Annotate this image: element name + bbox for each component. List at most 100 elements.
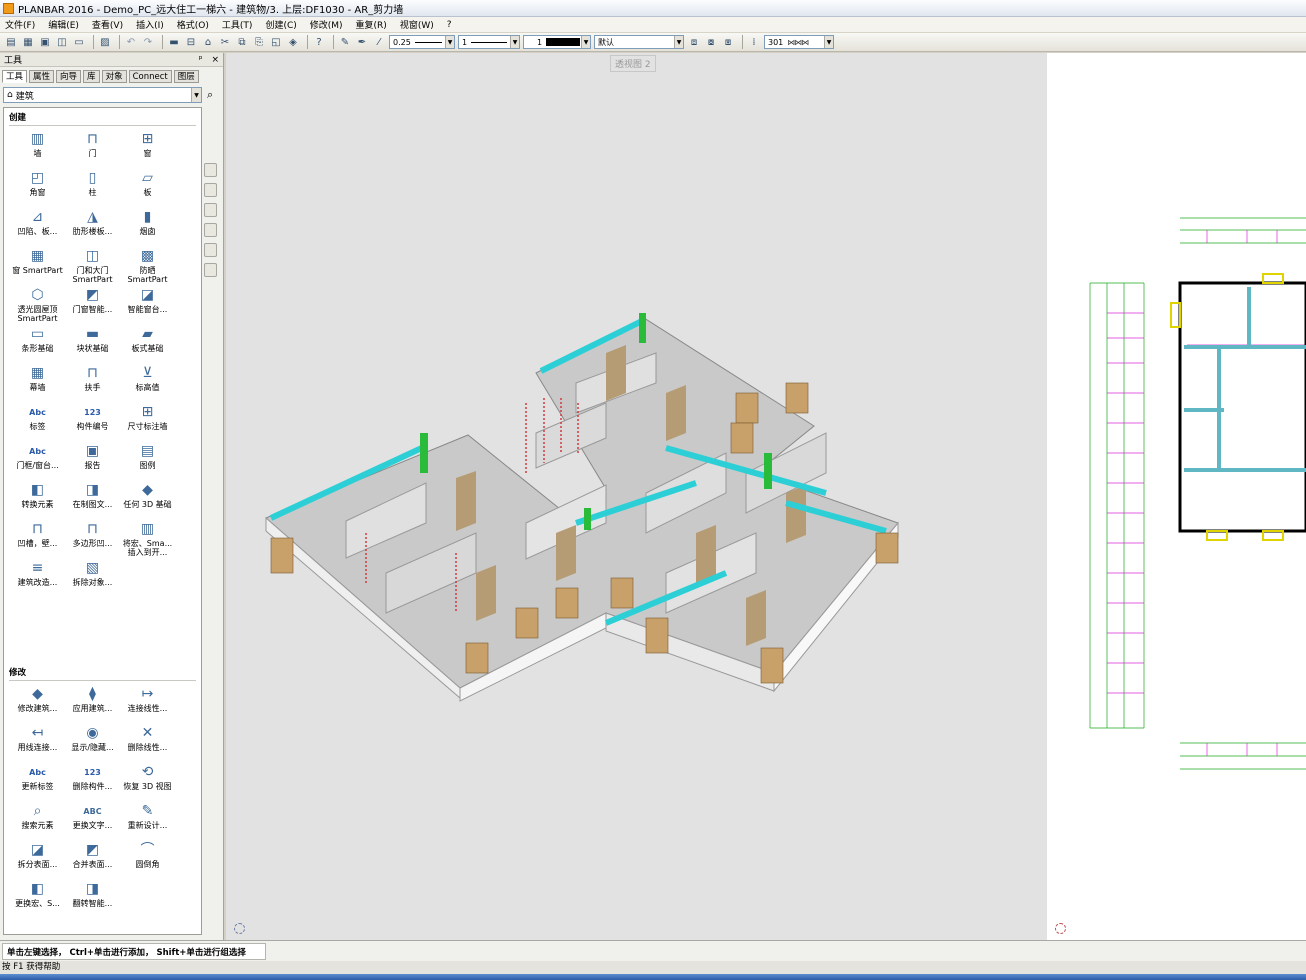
tool-item[interactable]: ⌕ 搜索元素: [10, 801, 65, 840]
line-type-select[interactable]: 1 ▼: [458, 35, 520, 49]
tool-item[interactable]: ▬ 块状基础: [65, 324, 120, 363]
menu-repeat[interactable]: 重复(R): [356, 18, 387, 31]
tool-item[interactable]: ▱ 板: [120, 168, 175, 207]
split-icon[interactable]: ◫: [55, 35, 69, 49]
tool-item[interactable]: ↤ 用线连接...: [10, 723, 65, 762]
roof-side-icon[interactable]: [204, 263, 217, 277]
drawing-files-icon[interactable]: ▦: [21, 35, 35, 49]
tool-item[interactable]: ◩ 合并表面...: [65, 840, 120, 879]
tool-item[interactable]: ⊓ 多边形凹...: [65, 519, 120, 558]
hatch-select[interactable]: 301 ⋈⋈⋈ ▼: [764, 35, 834, 49]
perspective-viewport[interactable]: 透视图 2: [226, 53, 1047, 940]
tool-item[interactable]: ◰ 角窗: [10, 168, 65, 207]
tool-item[interactable]: ⌒ 圆倒角: [120, 840, 175, 879]
measure-icon[interactable]: ▬: [167, 35, 181, 49]
format-painter-icon[interactable]: ✎: [338, 35, 352, 49]
pen-thickness-select[interactable]: 0.25 ▼: [389, 35, 455, 49]
stair-side-icon[interactable]: [204, 243, 217, 257]
tool-item[interactable]: ⊓ 门: [65, 129, 120, 168]
tool-item[interactable]: ▧ 拆除对象...: [65, 558, 120, 597]
door-side-icon[interactable]: [204, 183, 217, 197]
cube-icon[interactable]: ◈: [286, 35, 300, 49]
tool-item[interactable]: ▦ 幕墙: [10, 363, 65, 402]
hatch-icon[interactable]: ⁞: [747, 35, 761, 49]
tab-library[interactable]: 库: [83, 70, 100, 83]
pen-icon[interactable]: ✒: [355, 35, 369, 49]
tool-item[interactable]: ▤ 图例: [120, 441, 175, 480]
transfer-icon[interactable]: ◱: [269, 35, 283, 49]
tool-item[interactable]: Abc 更新标签: [10, 762, 65, 801]
menu-format[interactable]: 格式(O): [177, 18, 209, 31]
plan-view-viewport[interactable]: [1047, 53, 1306, 940]
tool-item[interactable]: ◉ 显示/隐藏...: [65, 723, 120, 762]
tool-item[interactable]: ⊻ 标高值: [120, 363, 175, 402]
menu-create[interactable]: 创建(C): [265, 18, 296, 31]
tool-item[interactable]: ≡ 建筑改造...: [10, 558, 65, 597]
help-icon[interactable]: ?: [312, 35, 326, 49]
tab-connect[interactable]: Connect: [128, 70, 172, 83]
project-icon[interactable]: ▤: [4, 35, 18, 49]
tool-item[interactable]: 123 构件编号: [65, 402, 120, 441]
tool-item[interactable]: ▭ 条形基础: [10, 324, 65, 363]
tool-item[interactable]: ⊞ 尺寸标注墙: [120, 402, 175, 441]
tool-item[interactable]: ◪ 拆分表面...: [10, 840, 65, 879]
category-select[interactable]: ⌂ 建筑 ▼: [3, 87, 202, 103]
image-icon[interactable]: ▨: [98, 35, 112, 49]
menu-modify[interactable]: 修改(M): [310, 18, 343, 31]
tool-item[interactable]: ◨ 翻转智能...: [65, 879, 120, 918]
tool-item[interactable]: ▰ 板式基础: [120, 324, 175, 363]
tool-item[interactable]: ⊿ 凹陷、板...: [10, 207, 65, 246]
menu-window[interactable]: 视窗(W): [400, 18, 434, 31]
tool-item[interactable]: ⟲ 恢复 3D 视图: [120, 762, 175, 801]
tool-item[interactable]: ◆ 修改建筑...: [10, 684, 65, 723]
slab-side-icon[interactable]: [204, 203, 217, 217]
cut-icon[interactable]: ✂: [218, 35, 232, 49]
tool-item[interactable]: Abc 标签: [10, 402, 65, 441]
tool-item[interactable]: ⬡ 透光圆屋顶 SmartPart: [10, 285, 65, 324]
layer-settings-icon[interactable]: ⧈: [687, 35, 701, 49]
tool-item[interactable]: ◆ 任何 3D 基础: [120, 480, 175, 519]
tool-item[interactable]: ▥ 墙: [10, 129, 65, 168]
tool-item[interactable]: ▣ 报告: [65, 441, 120, 480]
color-select[interactable]: 1 ▼: [523, 35, 591, 49]
tool-item[interactable]: ◮ 肋形楼板...: [65, 207, 120, 246]
tool-item[interactable]: ◧ 更换宏、S...: [10, 879, 65, 918]
tab-properties[interactable]: 属性: [29, 70, 55, 83]
navigation-icon[interactable]: [234, 923, 245, 934]
tool-item[interactable]: ⊞ 窗: [120, 129, 175, 168]
tool-item[interactable]: ▥ 将宏、Sma... 插入到开...: [120, 519, 175, 558]
eyedropper-icon[interactable]: ⁄: [372, 35, 386, 49]
layer-lock-icon[interactable]: ⧆: [721, 35, 735, 49]
tool-item[interactable]: ABC 更换文字...: [65, 801, 120, 840]
tool-item[interactable]: ✕ 删除线性...: [120, 723, 175, 762]
menu-file[interactable]: 文件(F): [5, 18, 35, 31]
tool-item[interactable]: ▮ 烟囱: [120, 207, 175, 246]
tool-item[interactable]: Abc 门框/窗台...: [10, 441, 65, 480]
tab-layers[interactable]: 图层: [173, 70, 199, 83]
navigation-icon[interactable]: [1055, 923, 1066, 934]
tool-item[interactable]: ◧ 转换元素: [10, 480, 65, 519]
tab-objects[interactable]: 对象: [101, 70, 127, 83]
tool-item[interactable]: ◩ 门窗智能...: [65, 285, 120, 324]
tool-item[interactable]: ▯ 柱: [65, 168, 120, 207]
paste-icon[interactable]: ⎘: [252, 35, 266, 49]
building-icon[interactable]: ⌂: [201, 35, 215, 49]
tool-item[interactable]: ◨ 在制图文...: [65, 480, 120, 519]
tool-item[interactable]: ◪ 智能窗台...: [120, 285, 175, 324]
viewport-icon[interactable]: ▭: [72, 35, 86, 49]
redo-icon[interactable]: ↷: [141, 35, 155, 49]
save-icon[interactable]: ▣: [38, 35, 52, 49]
tool-item[interactable]: ⊓ 扶手: [65, 363, 120, 402]
window-side-icon[interactable]: [204, 223, 217, 237]
copy-icon[interactable]: ⧉: [235, 35, 249, 49]
tool-item[interactable]: 123 删除构件...: [65, 762, 120, 801]
menu-view[interactable]: 查看(V): [92, 18, 123, 31]
layer-visibility-icon[interactable]: ⧇: [704, 35, 718, 49]
dimension-icon[interactable]: ⊟: [184, 35, 198, 49]
tool-item[interactable]: ⧫ 应用建筑...: [65, 684, 120, 723]
layer-select[interactable]: 默认 ▼: [594, 35, 684, 49]
menu-insert[interactable]: 插入(I): [136, 18, 164, 31]
tool-item[interactable]: ▦ 窗 SmartPart: [10, 246, 65, 285]
tool-item[interactable]: ⊓ 凹槽，壁...: [10, 519, 65, 558]
tool-item[interactable]: ◫ 门和大门 SmartPart: [65, 246, 120, 285]
